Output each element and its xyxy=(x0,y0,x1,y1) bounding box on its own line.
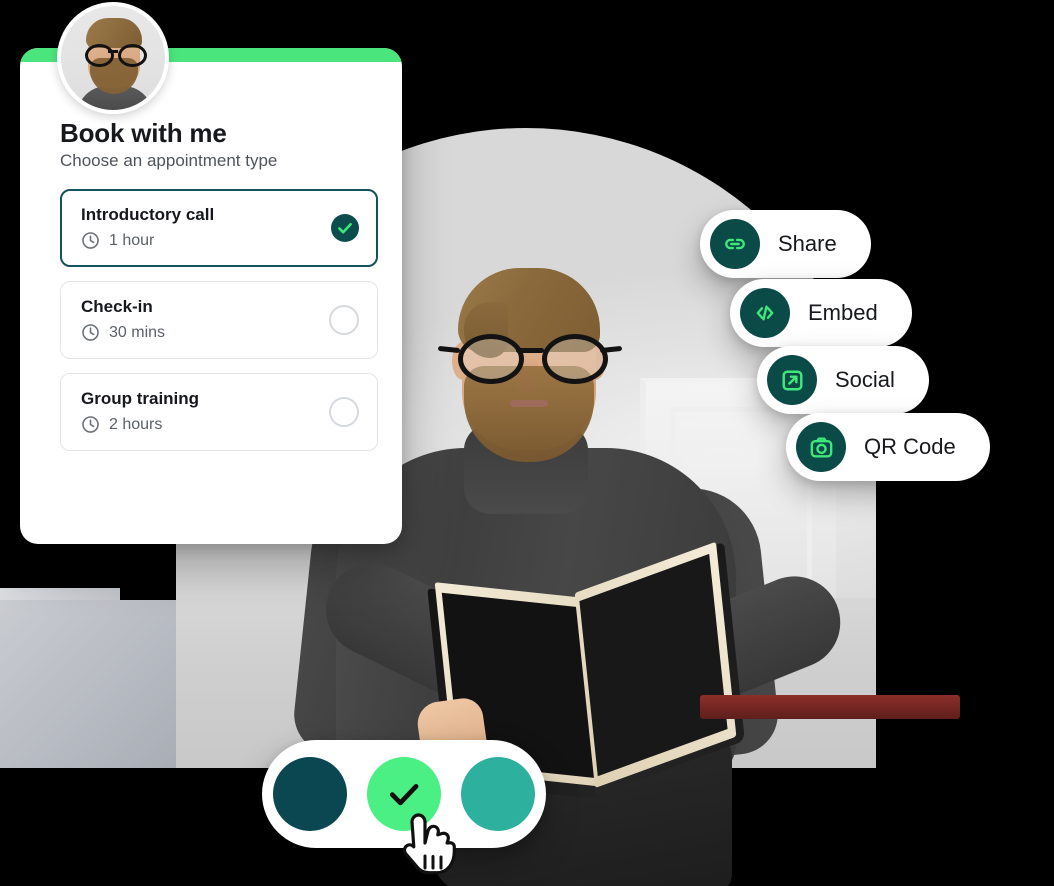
avatar-glasses-icon xyxy=(84,44,147,67)
share-menu-label: Social xyxy=(835,367,895,392)
appointment-duration-row: 1 hour xyxy=(81,231,214,250)
appointment-type-list: Introductory call 1 hour Check-in 30 min… xyxy=(60,189,378,451)
share-menu-label: Share xyxy=(778,231,837,256)
external-link-icon xyxy=(767,355,817,405)
camera-qr-icon xyxy=(796,422,846,472)
radio-unselected-icon[interactable] xyxy=(329,396,359,427)
appointment-option-introductory-call[interactable]: Introductory call 1 hour xyxy=(60,189,378,267)
pointing-hand-cursor xyxy=(402,813,456,875)
share-menu-label: QR Code xyxy=(864,434,956,459)
appointment-option-check-in[interactable]: Check-in 30 mins xyxy=(60,281,378,359)
appointment-duration-row: 30 mins xyxy=(81,323,165,342)
appointment-name: Introductory call xyxy=(81,205,215,224)
appointment-duration-row: 2 hours xyxy=(81,415,199,434)
page-title: Book with me xyxy=(60,118,227,148)
clock-icon xyxy=(82,416,99,433)
appointment-duration-label: 2 hours xyxy=(109,415,163,433)
glasses-lens-right xyxy=(542,334,608,384)
appointment-text: Group training 2 hours xyxy=(81,389,199,434)
avatar xyxy=(57,2,169,114)
glasses-lens-left xyxy=(458,334,524,384)
avatar-lens-left xyxy=(85,44,114,67)
color-swatch-dark-teal[interactable] xyxy=(273,757,347,831)
glasses-temple-left xyxy=(437,345,461,354)
clock-icon xyxy=(82,232,99,249)
page-subtitle: Choose an appointment type xyxy=(60,151,278,170)
appointment-text: Check-in 30 mins xyxy=(81,297,165,342)
avatar-lens-right xyxy=(118,44,147,67)
appointment-duration-label: 30 mins xyxy=(109,323,166,341)
screenshot-stage: Book with me Choose an appointment type … xyxy=(0,0,1054,886)
share-menu-item-embed[interactable]: Embed xyxy=(730,279,912,347)
mouth xyxy=(510,400,548,407)
glasses-bridge xyxy=(516,348,544,353)
color-swatch-teal[interactable] xyxy=(461,757,535,831)
appointment-duration-label: 1 hour xyxy=(109,231,155,249)
avatar-bridge xyxy=(108,50,118,53)
appointment-name: Group training xyxy=(81,389,200,408)
link-icon xyxy=(710,219,760,269)
share-menu-item-share[interactable]: Share xyxy=(700,210,871,278)
appointment-option-group-training[interactable]: Group training 2 hours xyxy=(60,373,378,451)
appointment-text: Introductory call 1 hour xyxy=(81,205,214,250)
clock-icon xyxy=(82,324,99,341)
check-glyph xyxy=(338,222,352,233)
appointment-name: Check-in xyxy=(81,297,153,316)
share-menu-label: Embed xyxy=(808,300,878,325)
check-circle-icon[interactable] xyxy=(331,213,359,242)
glasses-icon xyxy=(437,334,623,384)
booking-card-body: Book with me Choose an appointment type … xyxy=(20,62,402,475)
background-slab xyxy=(0,600,176,768)
code-icon xyxy=(740,288,790,338)
booking-card: Book with me Choose an appointment type … xyxy=(20,48,402,544)
book-shelf xyxy=(700,695,960,719)
share-menu-item-social[interactable]: Social xyxy=(757,346,929,414)
check-icon xyxy=(389,784,419,806)
glasses-temple-right xyxy=(599,345,623,354)
share-menu-item-qr-code[interactable]: QR Code xyxy=(786,413,990,481)
radio-unselected-icon[interactable] xyxy=(329,304,359,335)
